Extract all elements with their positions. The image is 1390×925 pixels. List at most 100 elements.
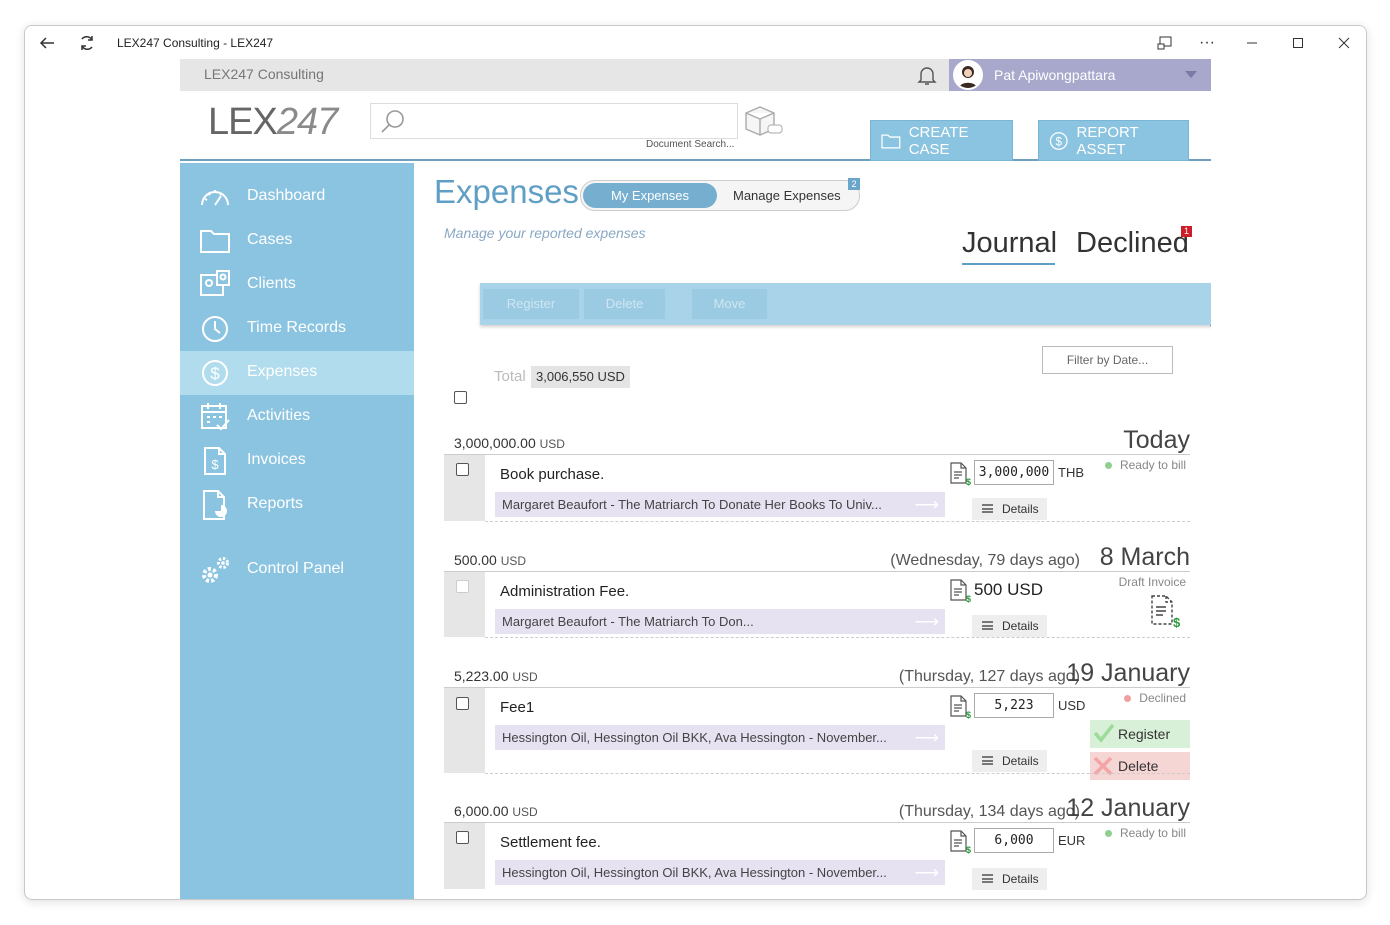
amount-input[interactable]: 5,223 <box>974 693 1054 718</box>
details-button[interactable]: Details <box>972 498 1047 520</box>
search-input[interactable] <box>370 103 738 139</box>
minimize-icon[interactable] <box>1240 31 1264 55</box>
window-title: LEX247 Consulting - LEX247 <box>117 36 274 50</box>
user-menu[interactable]: Pat Apiwongpattara <box>949 59 1211 91</box>
expense-title: Fee1 <box>500 699 535 716</box>
firm-name: LEX247 Consulting <box>204 66 324 82</box>
report-asset-button[interactable]: $ REPORT ASSET <box>1038 120 1189 161</box>
receipt-icon: $ <box>950 579 971 603</box>
clients-icon <box>200 270 230 296</box>
more-icon[interactable]: ··· <box>1195 31 1219 55</box>
draft-invoice-icon: $ <box>1151 595 1180 628</box>
row-register-button[interactable]: Register <box>1090 720 1190 748</box>
case-link[interactable]: Margaret Beaufort - The Matriarch To Don… <box>495 609 945 634</box>
move-button[interactable]: Move <box>692 289 767 319</box>
search-icon <box>379 108 407 136</box>
top-strip: LEX247 Consulting Pat Apiwongpattara <box>180 59 1211 91</box>
folder-icon <box>881 133 901 149</box>
case-link[interactable]: Hessington Oil, Hessington Oil BKK, Ava … <box>495 725 945 750</box>
amount-input[interactable]: 3,000,000 <box>974 460 1054 485</box>
back-icon[interactable] <box>35 31 59 55</box>
refresh-icon[interactable] <box>75 31 99 55</box>
row-checkbox[interactable] <box>456 831 469 844</box>
calendar-icon <box>201 403 230 431</box>
sidebar-item-label: Time Records <box>247 319 346 336</box>
sidebar-item-label: Reports <box>247 495 304 512</box>
sidebar-item-reports[interactable]: Reports <box>180 483 414 527</box>
logo: LEX247 <box>208 101 338 144</box>
document-search-icon[interactable] <box>742 103 784 139</box>
app-content: LEX247 Consulting Pat Apiwongpattara LEX… <box>180 59 1211 899</box>
row-checkbox[interactable] <box>456 463 469 476</box>
document-search-label: Document Search... <box>646 139 735 150</box>
sidebar-item-clients[interactable]: Clients <box>180 263 414 307</box>
menu-icon <box>982 621 993 630</box>
folder-icon <box>200 230 230 253</box>
amount-input[interactable]: 6,000 <box>974 828 1054 853</box>
sidebar-item-cases[interactable]: Cases <box>180 219 414 263</box>
svg-text:$: $ <box>966 477 971 486</box>
group-amount: 500.00 USD <box>454 552 527 568</box>
svg-text:$: $ <box>966 710 971 719</box>
bell-icon[interactable] <box>915 63 939 87</box>
amount-currency: EUR <box>1058 833 1086 848</box>
select-all-checkbox[interactable] <box>454 391 467 404</box>
status-badge: Ready to bill <box>1104 826 1186 840</box>
expense-group: 3,000,000.00 USD Today Book purchase. Ma… <box>444 426 1190 525</box>
tab-declined[interactable]: Declined <box>1076 227 1189 260</box>
sidebar-item-control-panel[interactable]: Control Panel <box>180 548 414 592</box>
sidebar-item-dashboard[interactable]: Dashboard <box>180 175 414 219</box>
menu-icon <box>982 504 993 513</box>
dashboard-icon <box>201 190 229 206</box>
clock-icon <box>202 316 228 342</box>
total-label: Total <box>494 368 526 385</box>
sidebar-item-expenses[interactable]: $ Expenses <box>180 351 414 395</box>
case-link[interactable]: Margaret Beaufort - The Matriarch To Don… <box>495 492 945 517</box>
sidebar-item-invoices[interactable]: $ Invoices <box>180 439 414 483</box>
row-register-label: Register <box>1118 726 1171 742</box>
register-button[interactable]: Register <box>483 289 579 319</box>
sidebar-item-label: Expenses <box>247 363 318 380</box>
row-checkbox[interactable] <box>456 697 469 710</box>
group-relative-date: (Thursday, 127 days ago) <box>898 668 1080 685</box>
expenses-segmented-control: My Expenses Manage Expenses 2 <box>580 178 860 211</box>
sidebar-item-activities[interactable]: Activities <box>180 395 414 439</box>
row-checkbox[interactable] <box>456 580 469 593</box>
maximize-icon[interactable] <box>1286 31 1310 55</box>
tab-journal[interactable]: Journal <box>962 227 1057 260</box>
tab-manage-expenses[interactable]: Manage Expenses <box>733 183 841 208</box>
tab-my-expenses[interactable]: My Expenses <box>583 183 717 208</box>
expense-title: Settlement fee. <box>500 834 601 851</box>
logo-bold: LEX <box>208 101 278 143</box>
report-asset-label: REPORT ASSET <box>1076 123 1139 158</box>
receipt-icon: $ <box>950 695 971 719</box>
dollar-icon: $ <box>202 360 228 386</box>
details-button[interactable]: Details <box>972 615 1047 637</box>
group-amount: 3,000,000.00 USD <box>454 435 565 451</box>
details-button[interactable]: Details <box>972 750 1047 772</box>
case-link[interactable]: Hessington Oil, Hessington Oil BKK, Ava … <box>495 860 945 885</box>
expense-title: Book purchase. <box>500 466 605 483</box>
details-button[interactable]: Details <box>972 868 1047 890</box>
sidebar-item-time-records[interactable]: Time Records <box>180 307 414 351</box>
filter-by-date-button[interactable]: Filter by Date... <box>1042 346 1173 374</box>
manage-expenses-badge: 2 <box>848 178 860 190</box>
delete-button[interactable]: Delete <box>584 289 665 319</box>
create-case-button[interactable]: CREATE CASE <box>870 120 1013 161</box>
page-subtitle: Manage your reported expenses <box>444 225 646 241</box>
amount-currency: USD <box>1058 698 1086 713</box>
cast-icon[interactable] <box>1153 31 1177 55</box>
status-badge: Draft Invoice <box>1118 575 1186 589</box>
svg-text:$: $ <box>1055 135 1062 148</box>
status-badge: Ready to bill <box>1104 458 1186 472</box>
total-value: 3,006,550 USD <box>531 366 630 388</box>
row-delete-button[interactable]: Delete <box>1090 752 1190 780</box>
sidebar-item-label: Clients <box>247 275 296 292</box>
svg-text:$: $ <box>211 457 219 472</box>
menu-icon <box>982 874 993 883</box>
sidebar: Dashboard Cases Clients Time Records $ E… <box>180 163 414 899</box>
arrow-right-icon: ⟶ <box>914 612 939 631</box>
status-badge: Declined <box>1124 691 1186 705</box>
group-relative-date: (Thursday, 134 days ago) <box>898 803 1080 820</box>
close-icon[interactable] <box>1332 31 1356 55</box>
